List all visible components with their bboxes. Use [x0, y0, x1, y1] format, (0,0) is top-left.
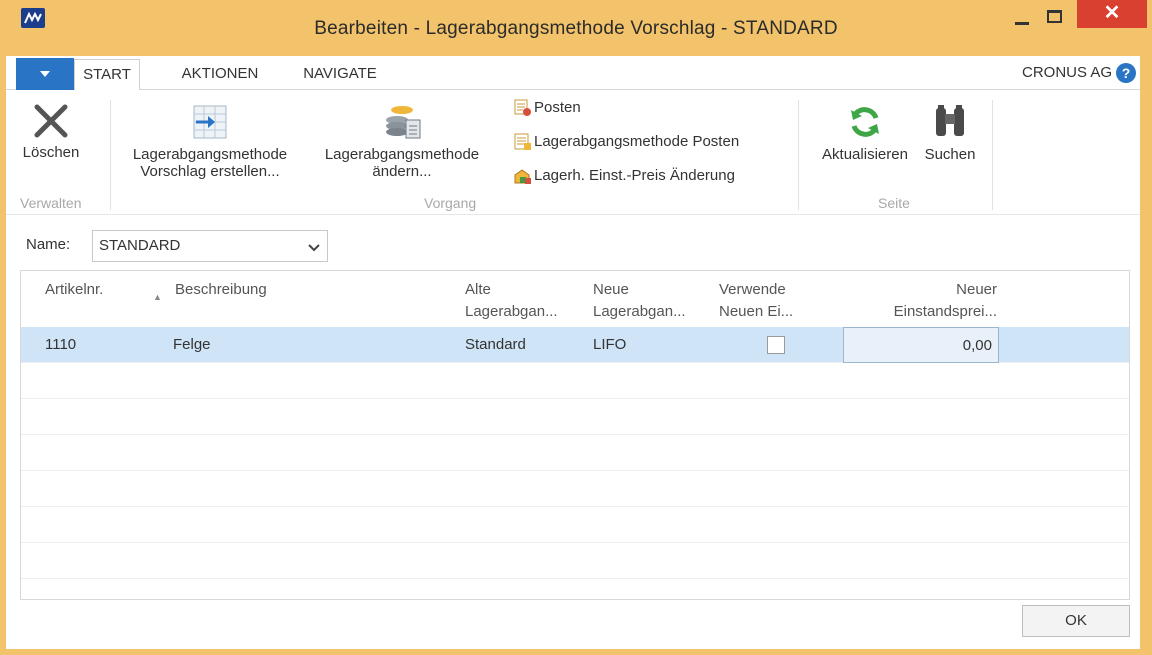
header-line: Verwende: [719, 281, 786, 298]
change-label-line1: Lagerabgangsmethode: [324, 146, 480, 163]
new-cost-input[interactable]: 0,00: [843, 327, 999, 363]
cell-new-cost: 0,00: [962, 337, 992, 354]
method-entries-icon: [514, 133, 531, 150]
group-divider: [110, 100, 111, 210]
table-row[interactable]: 1110 Felge Standard LIFO 0,00: [21, 327, 1129, 363]
entries-label: Posten: [534, 99, 581, 116]
filter-row: Name: STANDARD: [6, 226, 1140, 266]
refresh-button[interactable]: Aktualisieren: [812, 104, 918, 163]
group-divider: [798, 100, 799, 210]
grid-header: Artikelnr. ▲ Beschreibung Alte Lagerabga…: [21, 271, 1129, 327]
empty-row: [21, 507, 1129, 543]
tab-start[interactable]: START: [74, 59, 140, 91]
header-line: Alte: [465, 281, 491, 298]
close-button[interactable]: ✕: [1077, 0, 1147, 28]
search-label: Suchen: [924, 146, 976, 163]
title-bar: Bearbeiten - Lagerabgangsmethode Vorschl…: [6, 0, 1147, 56]
window-title: Bearbeiten - Lagerabgangsmethode Vorschl…: [314, 18, 838, 39]
create-suggestion-button[interactable]: Lagerabgangsmethode Vorschlag erstellen.…: [120, 104, 300, 180]
sort-ascending-icon[interactable]: ▲: [153, 292, 162, 302]
ribbon: Löschen Verwalten Lagerabgangsmethode Vo…: [6, 90, 1140, 215]
group-label-page: Seite: [878, 195, 910, 211]
app-menu-button[interactable]: [16, 58, 74, 90]
header-line: Neuer: [956, 281, 997, 298]
cell-item-no: 1110: [45, 336, 77, 353]
chevron-down-icon: [40, 71, 50, 77]
group-divider: [992, 100, 993, 210]
use-new-checkbox[interactable]: [767, 336, 785, 354]
maximize-button[interactable]: [1044, 6, 1068, 36]
header-line: Neue: [593, 281, 629, 298]
tab-aktionen[interactable]: AKTIONEN: [170, 59, 270, 91]
column-header-new-method[interactable]: Neue Lagerabgan...: [593, 279, 686, 323]
delete-button[interactable]: Löschen: [20, 104, 82, 161]
delete-label: Löschen: [22, 144, 80, 161]
header-line: Lagerabgan...: [465, 303, 558, 320]
column-header-description[interactable]: Beschreibung: [175, 279, 267, 301]
coins-calculator-icon: [386, 106, 421, 139]
suggestion-grid: Artikelnr. ▲ Beschreibung Alte Lagerabga…: [20, 270, 1130, 600]
group-label-process: Vorgang: [424, 195, 477, 211]
name-label: Name:: [26, 236, 71, 253]
refresh-label: Aktualisieren: [822, 146, 908, 163]
header-line: Lagerabgan...: [593, 303, 686, 320]
group-label-manage: Verwalten: [20, 195, 82, 211]
empty-row: [21, 363, 1129, 399]
column-header-new-cost[interactable]: Neuer Einstandsprei...: [857, 279, 997, 323]
minimize-icon: [1015, 22, 1029, 25]
ribbon-tabs: START AKTIONEN NAVIGATE CRONUS AG ?: [6, 56, 1140, 91]
minimize-button[interactable]: [1011, 10, 1035, 40]
change-method-button[interactable]: Lagerabgangsmethode ändern...: [312, 104, 492, 180]
help-icon[interactable]: ?: [1116, 63, 1136, 83]
method-entries-label: Lagerabgangsmethode Posten: [534, 133, 740, 150]
empty-row: [21, 435, 1129, 471]
tab-navigate[interactable]: NAVIGATE: [290, 59, 390, 91]
create-label-line2: Vorschlag erstellen...: [140, 163, 280, 180]
binoculars-icon: [936, 105, 964, 136]
close-icon: ✕: [1103, 2, 1121, 24]
header-line: Einstandsprei...: [893, 303, 997, 320]
empty-row: [21, 471, 1129, 507]
warehouse-cost-icon: [514, 169, 531, 184]
entries-icon: [514, 99, 531, 116]
empty-row: [21, 399, 1129, 435]
cell-description: Felge: [173, 336, 211, 353]
header-line: Beschreibung: [175, 281, 267, 298]
client-area: START AKTIONEN NAVIGATE CRONUS AG ? Lösc…: [6, 56, 1140, 649]
maximize-icon: [1047, 10, 1062, 23]
create-label-line1: Lagerabgangsmethode: [132, 146, 288, 163]
create-grid-icon: [193, 105, 227, 139]
column-header-old-method[interactable]: Alte Lagerabgan...: [465, 279, 558, 323]
column-header-use-new[interactable]: Verwende Neuen Ei...: [719, 279, 793, 323]
delete-x-icon: [34, 104, 68, 138]
cost-change-label: Lagerh. Einst.-Preis Änderung: [534, 167, 735, 184]
refresh-icon: [851, 107, 879, 137]
window: Bearbeiten - Lagerabgangsmethode Vorschl…: [0, 0, 1152, 655]
company-name[interactable]: CRONUS AG: [1022, 64, 1112, 81]
search-button[interactable]: Suchen: [918, 104, 982, 163]
header-line: Artikelnr.: [45, 281, 104, 298]
column-header-item-no[interactable]: Artikelnr.: [45, 279, 103, 301]
name-select[interactable]: STANDARD: [92, 230, 328, 262]
cell-old-method: Standard: [465, 336, 526, 353]
name-select-value: STANDARD: [99, 237, 181, 254]
chevron-down-icon: [308, 244, 320, 252]
empty-row: [21, 543, 1129, 579]
header-line: Neuen Ei...: [719, 303, 794, 320]
change-label-line2: ändern...: [372, 163, 432, 180]
ok-button[interactable]: OK: [1022, 605, 1130, 637]
cell-new-method: LIFO: [593, 336, 627, 353]
